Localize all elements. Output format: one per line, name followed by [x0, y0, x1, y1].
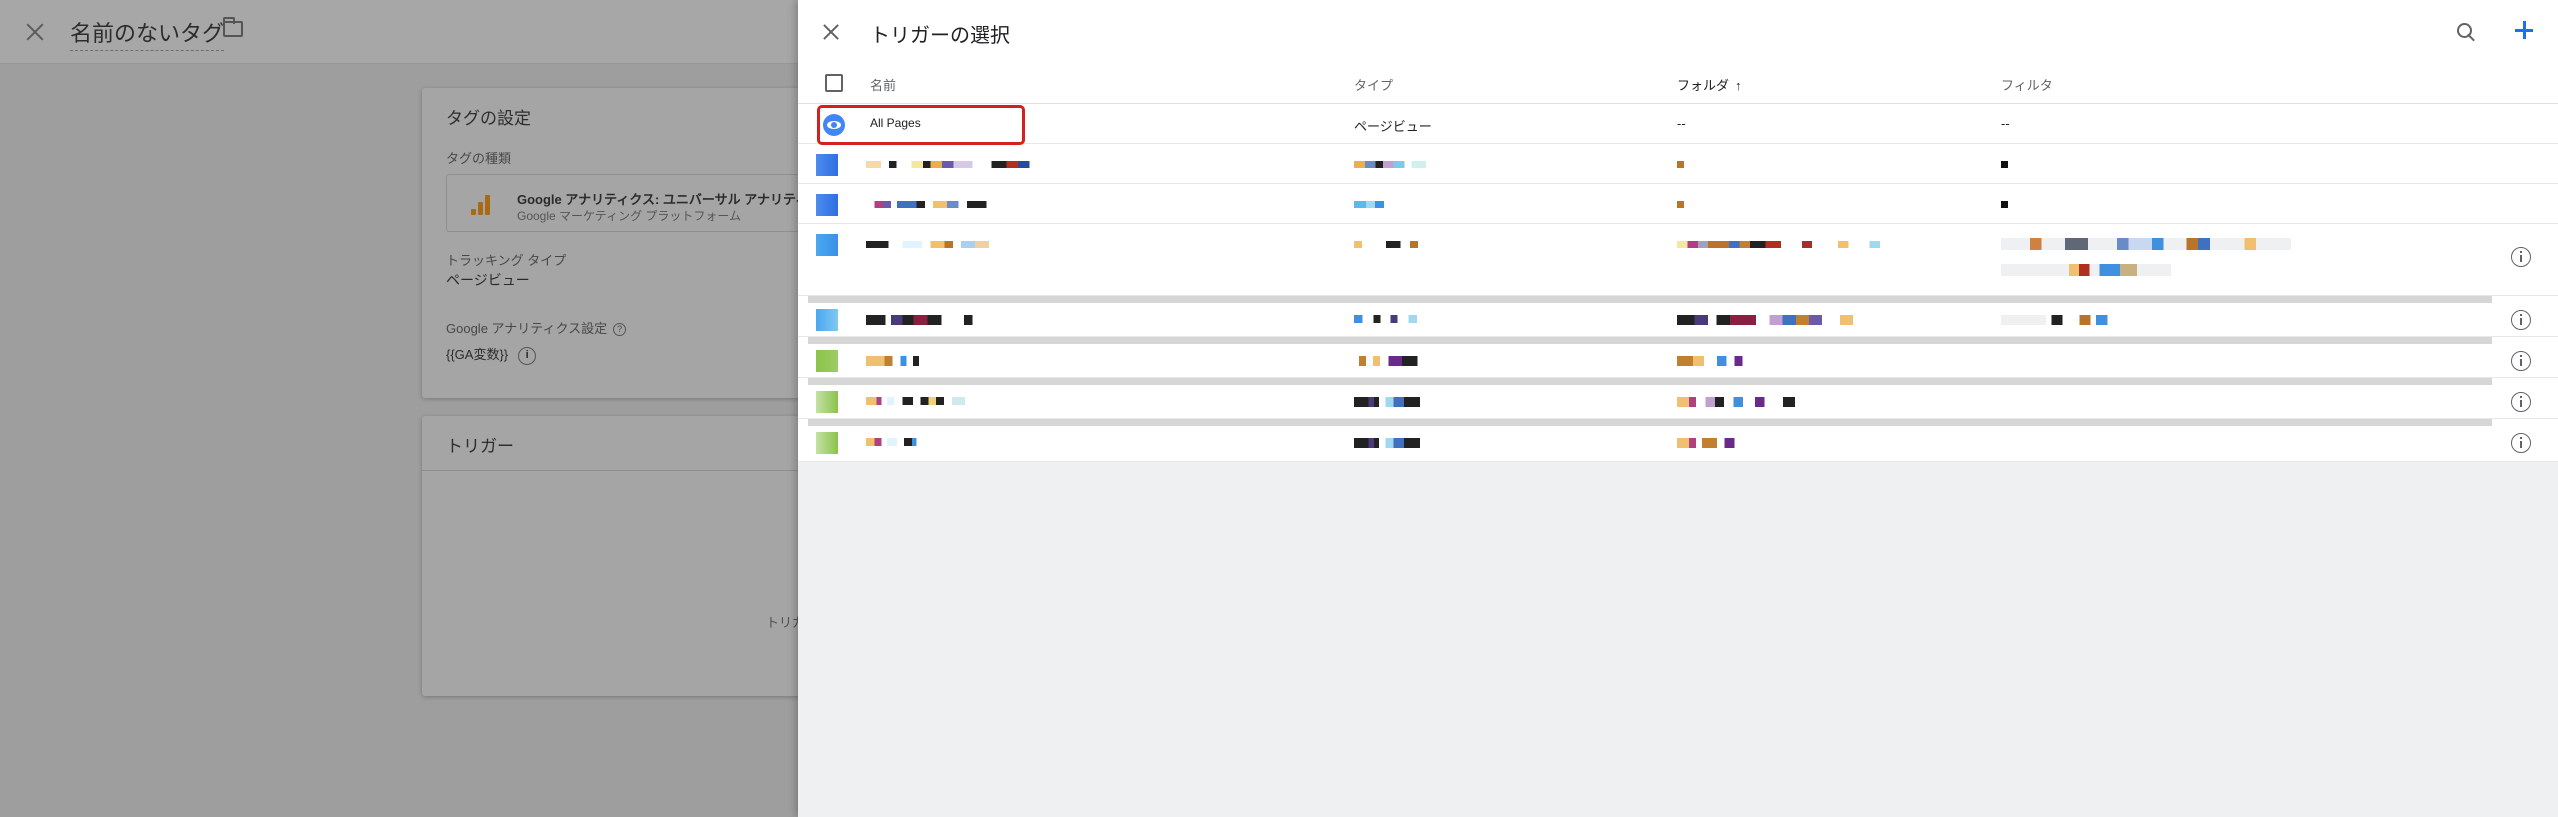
table-row[interactable]: All Pages ページビュー -- --	[798, 104, 2558, 145]
trigger-icon	[816, 234, 838, 256]
redacted-text	[1677, 201, 1684, 208]
redacted-text	[1354, 356, 1440, 366]
tag-config-heading: タグの設定	[446, 109, 531, 128]
tag-type-label: タグの種類	[446, 151, 512, 166]
column-name[interactable]: 名前	[870, 75, 896, 94]
redacted-text	[1677, 161, 1684, 168]
table-row[interactable]	[798, 303, 2558, 337]
info-icon[interactable]	[2511, 351, 2531, 371]
sort-arrow-icon: ↑	[1735, 78, 1742, 93]
table-row[interactable]	[798, 224, 2558, 296]
close-icon[interactable]	[819, 20, 843, 44]
info-icon[interactable]	[2511, 392, 2531, 412]
divider	[808, 378, 2492, 385]
ga-settings-value[interactable]: {{GA変数}} i	[446, 344, 537, 365]
trigger-icon	[816, 350, 838, 372]
redacted-text	[1354, 201, 1384, 208]
trigger-heading: トリガー	[446, 437, 514, 456]
redacted-text	[2001, 161, 2008, 168]
table-row[interactable]	[798, 385, 2558, 419]
info-icon[interactable]	[2511, 433, 2531, 453]
table-row[interactable]	[798, 426, 2558, 462]
redacted-text	[1354, 161, 1426, 168]
redacted-text	[1354, 315, 1424, 323]
help-icon[interactable]: ?	[613, 323, 627, 337]
trigger-selection-panel: トリガーの選択 名前 タイプ フォルダ ↑ フィルタ All Pages ページビ…	[798, 0, 2558, 817]
column-type[interactable]: タイプ	[1354, 75, 1393, 94]
close-icon[interactable]	[22, 19, 48, 45]
redacted-text	[1354, 438, 1420, 448]
trigger-filter: --	[2001, 116, 2010, 131]
divider	[808, 419, 2492, 426]
info-icon[interactable]: i	[518, 346, 537, 365]
tracking-type-label: トラッキング タイプ	[446, 253, 567, 268]
redacted-text	[1354, 241, 1434, 248]
add-trigger-icon[interactable]	[2510, 16, 2538, 44]
trigger-icon	[816, 154, 838, 176]
ga-settings-label-text: Google アナリティクス設定	[446, 321, 608, 336]
tracking-type-value[interactable]: ページビュー	[446, 270, 530, 290]
redacted-text	[1677, 397, 1795, 407]
folder-icon[interactable]	[223, 17, 243, 37]
highlight-box	[817, 105, 1025, 145]
info-icon[interactable]	[2511, 247, 2531, 267]
panel-header: トリガーの選択	[798, 0, 2558, 64]
redacted-text	[2001, 315, 2281, 325]
select-all-checkbox[interactable]	[825, 74, 843, 92]
divider	[808, 337, 2492, 344]
redacted-text	[866, 161, 1056, 168]
analytics-icon	[471, 193, 491, 215]
ga-variable-value: {{GA変数}}	[446, 347, 509, 362]
redacted-text	[866, 201, 1006, 208]
search-icon[interactable]	[2454, 20, 2478, 44]
info-icon[interactable]	[2511, 310, 2531, 330]
tag-type-vendor: Google マーケティング プラットフォーム	[517, 209, 742, 223]
table-header: 名前 タイプ フォルダ ↑ フィルタ	[798, 64, 2558, 104]
redacted-text	[1677, 438, 1751, 448]
redacted-text	[1677, 315, 1897, 325]
table-row[interactable]	[798, 144, 2558, 184]
redacted-text	[866, 241, 1006, 248]
redacted-text	[1677, 356, 1757, 366]
panel-title: トリガーの選択	[870, 25, 1010, 47]
trigger-folder: --	[1677, 116, 1686, 131]
trigger-icon	[816, 432, 838, 454]
redacted-text	[2001, 264, 2171, 276]
table-row[interactable]	[798, 344, 2558, 378]
trigger-type: ページビュー	[1354, 119, 1432, 134]
ga-settings-label: Google アナリティクス設定?	[446, 318, 627, 337]
redacted-text	[866, 356, 944, 366]
column-folder-label: フォルダ	[1677, 78, 1730, 93]
column-folder[interactable]: フォルダ ↑	[1677, 75, 1742, 94]
tag-name-title[interactable]: 名前のないタグ	[70, 16, 225, 51]
redacted-text	[1354, 397, 1420, 407]
redacted-text	[2001, 238, 2291, 250]
redacted-text	[866, 438, 936, 446]
trigger-icon	[816, 309, 838, 331]
redacted-text	[866, 315, 1006, 325]
redacted-text	[866, 397, 996, 405]
column-filter[interactable]: フィルタ	[2001, 75, 2053, 94]
trigger-icon	[816, 391, 838, 413]
tag-type-name: Google アナリティクス: ユニバーサル アナリティクス	[517, 192, 834, 207]
trigger-icon	[816, 194, 838, 216]
divider	[808, 296, 2492, 303]
trigger-table: 名前 タイプ フォルダ ↑ フィルタ All Pages ページビュー -- --	[798, 64, 2558, 462]
table-row[interactable]	[798, 184, 2558, 224]
redacted-text	[2001, 201, 2008, 208]
redacted-text	[1677, 241, 1937, 248]
